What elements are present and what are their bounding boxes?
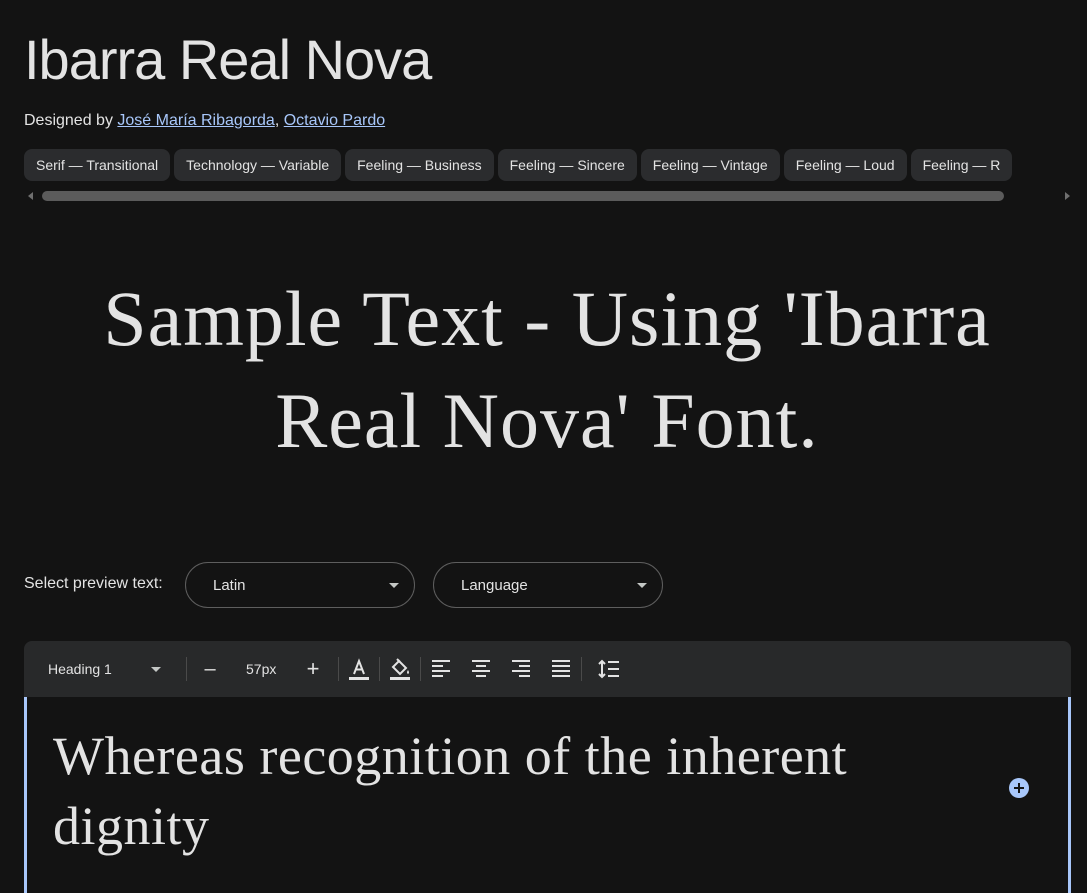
line-height-icon[interactable] xyxy=(597,657,621,681)
language-select-value: Language xyxy=(461,577,528,594)
font-title: Ibarra Real Nova xyxy=(24,28,432,91)
align-center-icon[interactable] xyxy=(469,657,493,681)
type-tester-editor: Heading 1 – 57px + Whereas recognition o… xyxy=(24,641,1071,893)
tag-list-fade xyxy=(1027,149,1087,182)
toolbar-divider xyxy=(420,657,421,681)
language-select[interactable]: Language xyxy=(433,562,663,608)
chevron-down-icon[interactable] xyxy=(151,667,161,672)
script-select[interactable]: Latin xyxy=(185,562,415,608)
tag-chip[interactable]: Technology — Variable xyxy=(174,149,342,181)
scroll-left-arrow-icon[interactable] xyxy=(28,192,33,200)
editor-text[interactable]: Whereas recognition of the inherent dign… xyxy=(53,721,953,861)
designed-by-label: Designed by xyxy=(24,112,113,129)
tag-chip[interactable]: Serif — Transitional xyxy=(24,149,171,181)
heading-style-select[interactable]: Heading 1 xyxy=(48,641,112,697)
designer-link-ribagorda[interactable]: José María Ribagorda xyxy=(117,112,274,129)
script-select-value: Latin xyxy=(213,577,246,594)
align-justify-icon[interactable] xyxy=(549,657,573,681)
increase-size-button[interactable]: + xyxy=(305,641,321,697)
tag-chip[interactable]: Feeling — Vintage xyxy=(640,149,780,181)
sample-text-preview: Sample Text - Using 'Ibarra Real Nova' F… xyxy=(24,268,1070,472)
sample-text-line: Sample Text - Using 'Ibarra xyxy=(103,275,991,362)
align-right-icon[interactable] xyxy=(509,657,533,681)
decrease-size-button[interactable]: – xyxy=(202,641,218,697)
font-specimen-page: Ibarra Real Nova Designed by José María … xyxy=(0,0,1087,893)
tag-chip[interactable]: Feeling — R xyxy=(910,149,1013,181)
sample-text-line: Real Nova' Font. xyxy=(275,377,819,464)
editor-content-area[interactable]: Whereas recognition of the inherent dign… xyxy=(24,697,1071,893)
toolbar-divider xyxy=(186,657,187,681)
designer-separator: , xyxy=(274,112,280,129)
chevron-down-icon xyxy=(389,583,399,588)
designer-credits: Designed by José María Ribagorda, Octavi… xyxy=(24,110,385,132)
tag-list-scrollbar[interactable] xyxy=(24,190,1070,202)
tag-chip[interactable]: Feeling — Sincere xyxy=(497,149,637,181)
chevron-down-icon xyxy=(637,583,647,588)
toolbar-divider xyxy=(379,657,380,681)
toolbar-divider xyxy=(581,657,582,681)
scrollbar-thumb[interactable] xyxy=(42,191,1004,201)
text-color-icon[interactable] xyxy=(347,657,371,681)
editor-toolbar: Heading 1 – 57px + xyxy=(24,641,1071,697)
tag-chip[interactable]: Feeling — Business xyxy=(345,149,494,181)
highlight-color-icon[interactable] xyxy=(388,657,412,681)
designer-link-pardo[interactable]: Octavio Pardo xyxy=(284,112,385,129)
tag-chip[interactable]: Feeling — Loud xyxy=(783,149,907,181)
scroll-right-arrow-icon[interactable] xyxy=(1065,192,1070,200)
tag-chip-list: Serif — Transitional Technology — Variabl… xyxy=(24,149,1087,182)
font-size-value[interactable]: 57px xyxy=(246,641,276,697)
add-block-icon[interactable] xyxy=(1009,778,1029,798)
align-left-icon[interactable] xyxy=(429,657,453,681)
toolbar-divider xyxy=(338,657,339,681)
preview-text-label: Select preview text: xyxy=(24,575,163,592)
